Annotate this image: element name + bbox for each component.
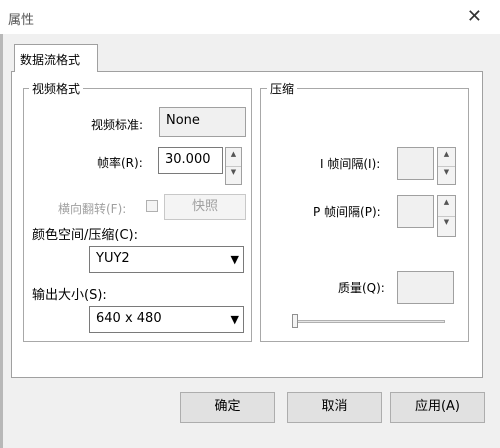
close-icon[interactable]: ✕ (467, 6, 482, 27)
spin-down-icon[interactable]: ▼ (226, 166, 241, 184)
window-left-edge (0, 34, 3, 448)
spin-up-icon[interactable]: ▲ (438, 148, 455, 167)
color-space-select[interactable]: YUY2 ▼ (89, 246, 244, 273)
chevron-down-icon[interactable]: ▼ (231, 307, 239, 333)
output-size-label: 输出大小(S): (32, 288, 107, 303)
spin-down-icon[interactable]: ▼ (438, 216, 455, 236)
video-format-group-label: 视频格式 (29, 80, 84, 97)
p-frame-interval-label: P 帧间隔(P): (313, 205, 381, 219)
quality-slider-track[interactable] (293, 320, 445, 323)
snapshot-button[interactable]: 快照 (164, 194, 246, 220)
compression-group-label: 压缩 (267, 80, 298, 97)
video-standard-value: None (159, 107, 246, 137)
ok-button[interactable]: 确定 (180, 392, 275, 423)
i-frame-interval-label: I 帧间隔(I): (320, 157, 381, 171)
quality-slider-thumb[interactable] (292, 314, 298, 328)
color-space-label: 颜色空间/压缩(C): (32, 228, 138, 243)
horizontal-flip-checkbox[interactable] (146, 200, 158, 212)
chevron-down-icon[interactable]: ▼ (231, 247, 239, 273)
spin-down-icon[interactable]: ▼ (438, 166, 455, 184)
output-size-value: 640 x 480 (96, 311, 162, 326)
video-standard-label: 视频标准: (91, 118, 144, 132)
cancel-button[interactable]: 取消 (287, 392, 382, 423)
horizontal-flip-label: 横向翻转(F): (58, 202, 127, 216)
i-frame-spinner[interactable]: ▲ ▼ (437, 147, 456, 185)
quality-input[interactable] (397, 271, 454, 304)
i-frame-interval-input[interactable] (397, 147, 434, 180)
frame-rate-spinner[interactable]: ▲ ▼ (225, 147, 242, 185)
window-title: 属性 (8, 13, 35, 28)
color-space-value: YUY2 (96, 251, 130, 266)
title-bar (0, 0, 500, 34)
spin-up-icon[interactable]: ▲ (438, 196, 455, 217)
p-frame-spinner[interactable]: ▲ ▼ (437, 195, 456, 237)
output-size-select[interactable]: 640 x 480 ▼ (89, 306, 244, 333)
apply-button[interactable]: 应用(A) (390, 392, 485, 423)
frame-rate-input[interactable]: 30.000 (158, 147, 223, 174)
spin-up-icon[interactable]: ▲ (226, 148, 241, 167)
frame-rate-label: 帧率(R): (97, 156, 143, 170)
quality-label: 质量(Q): (338, 281, 385, 295)
p-frame-interval-input[interactable] (397, 195, 434, 228)
tab-stream-format-label: 数据流格式 (20, 53, 81, 67)
